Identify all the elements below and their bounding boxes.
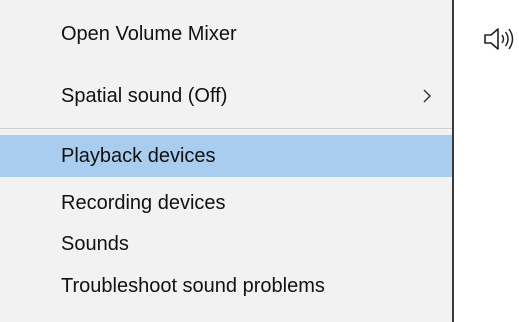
menu-item-playback-devices[interactable]: Playback devices — [0, 135, 453, 177]
menu-item-open-volume-mixer[interactable]: Open Volume Mixer — [0, 12, 453, 56]
menu-item-spatial-sound[interactable]: Spatial sound (Off) — [0, 74, 453, 118]
menu-item-label: Recording devices — [61, 191, 226, 214]
menu-item-label: Open Volume Mixer — [61, 22, 237, 45]
speaker-volume-icon[interactable] — [482, 24, 516, 54]
menu-item-label: Sounds — [61, 232, 129, 255]
context-menu: Open Volume Mixer Spatial sound (Off) Pl… — [0, 0, 453, 322]
menu-item-sounds[interactable]: Sounds — [0, 224, 453, 264]
menu-item-recording-devices[interactable]: Recording devices — [0, 182, 453, 224]
menu-item-troubleshoot-sound-problems[interactable]: Troubleshoot sound problems — [0, 264, 453, 308]
menu-item-label: Spatial sound (Off) — [61, 84, 228, 107]
taskbar-divider — [452, 0, 454, 322]
menu-separator — [0, 128, 453, 129]
menu-item-label: Playback devices — [61, 144, 216, 167]
chevron-right-icon — [423, 89, 431, 103]
menu-item-label: Troubleshoot sound problems — [61, 274, 325, 297]
